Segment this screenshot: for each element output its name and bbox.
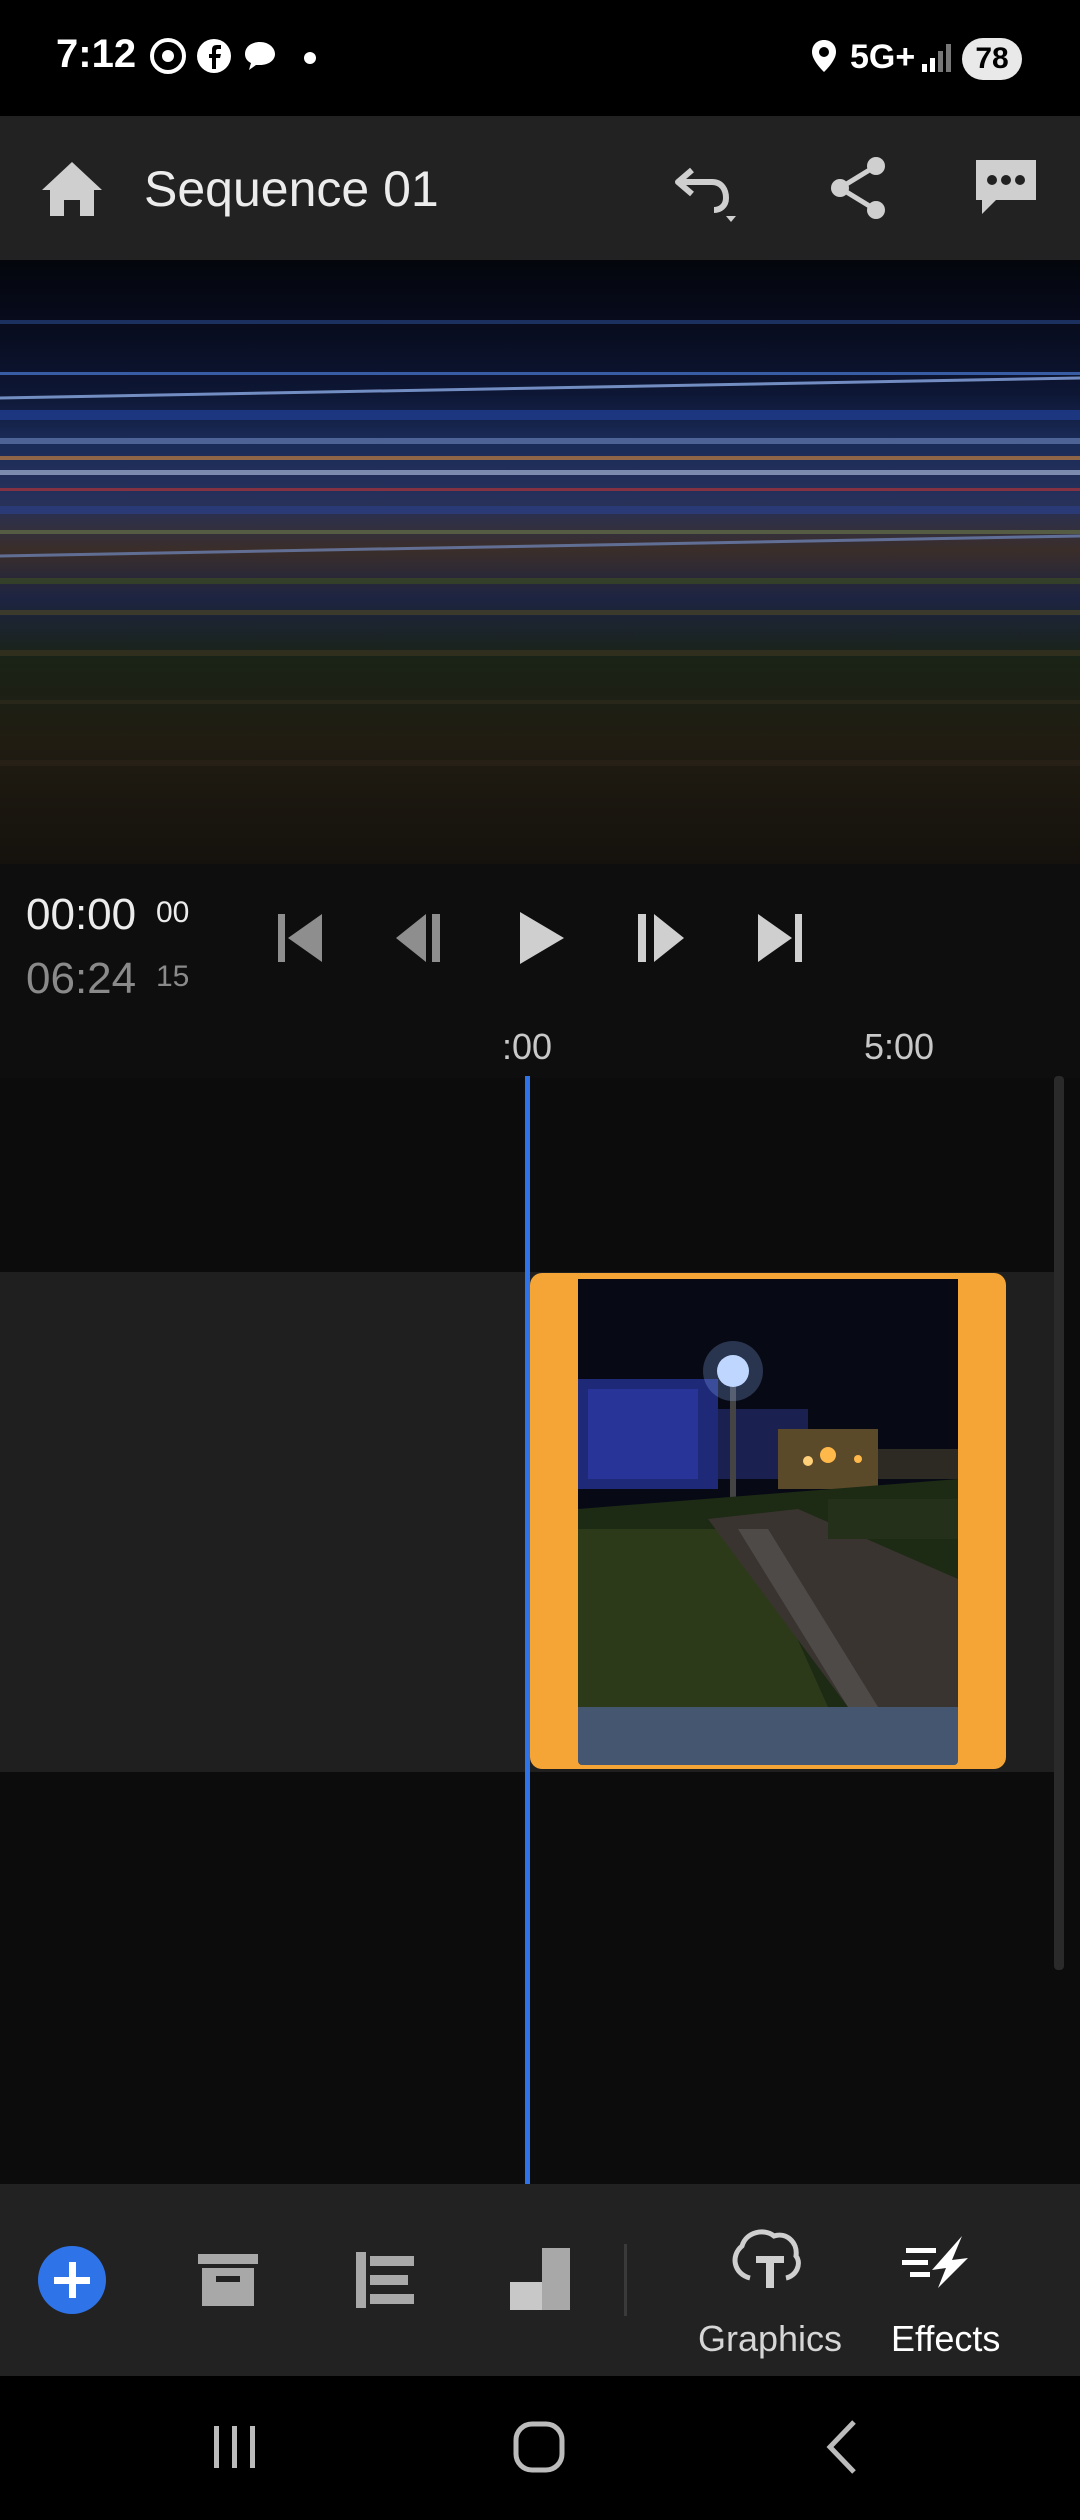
share-icon[interactable]	[818, 148, 898, 228]
graphics-icon[interactable]	[716, 2208, 816, 2308]
home-nav-icon[interactable]	[494, 2402, 584, 2492]
status-time: 7:12	[56, 32, 137, 76]
comments-icon[interactable]	[966, 148, 1046, 228]
play-icon[interactable]	[502, 900, 578, 976]
effects-icon[interactable]	[890, 2208, 990, 2308]
toolbar-divider	[624, 2244, 627, 2316]
media-bin-icon[interactable]	[178, 2230, 278, 2330]
undo-icon[interactable]	[664, 148, 744, 228]
clip-audio-strip	[578, 1707, 958, 1765]
notification-dot-icon	[304, 52, 316, 64]
graphics-label[interactable]: Graphics	[698, 2318, 842, 2360]
battery-level: 78	[962, 38, 1022, 80]
video-preview[interactable]	[0, 260, 1080, 864]
step-back-icon[interactable]	[382, 900, 458, 976]
ruler-label: :00	[502, 1026, 553, 1067]
add-media-icon[interactable]	[22, 2230, 122, 2330]
preview-frame-image	[0, 320, 1080, 766]
tracks-icon[interactable]	[334, 2230, 434, 2330]
ruler-label: 5:00	[864, 1026, 935, 1067]
current-time: 00:00	[26, 890, 137, 939]
project-title[interactable]: Sequence 01	[144, 160, 439, 218]
home-icon[interactable]	[32, 150, 112, 230]
effects-label[interactable]: Effects	[891, 2318, 1000, 2360]
signal-icon	[922, 44, 951, 72]
messages-icon	[245, 42, 275, 70]
duration-frames: 15	[156, 960, 190, 993]
back-icon[interactable]	[796, 2402, 886, 2492]
step-forward-icon[interactable]	[622, 900, 698, 976]
aspect-icon[interactable]	[492, 2230, 592, 2330]
network-type: 5G+	[850, 38, 916, 76]
total-duration: 06:24	[26, 954, 137, 1003]
timeline-scrollbar[interactable]	[1054, 1076, 1064, 1970]
playhead[interactable]	[525, 1076, 530, 2184]
clip-thumbnail	[578, 1279, 958, 1707]
recent-apps-icon[interactable]	[190, 2402, 280, 2492]
current-frames: 00	[156, 896, 190, 929]
chrome-icon	[150, 38, 186, 74]
skip-to-end-icon[interactable]	[742, 900, 818, 976]
facebook-icon	[197, 39, 231, 73]
location-icon	[812, 40, 836, 72]
skip-to-start-icon[interactable]	[262, 900, 338, 976]
